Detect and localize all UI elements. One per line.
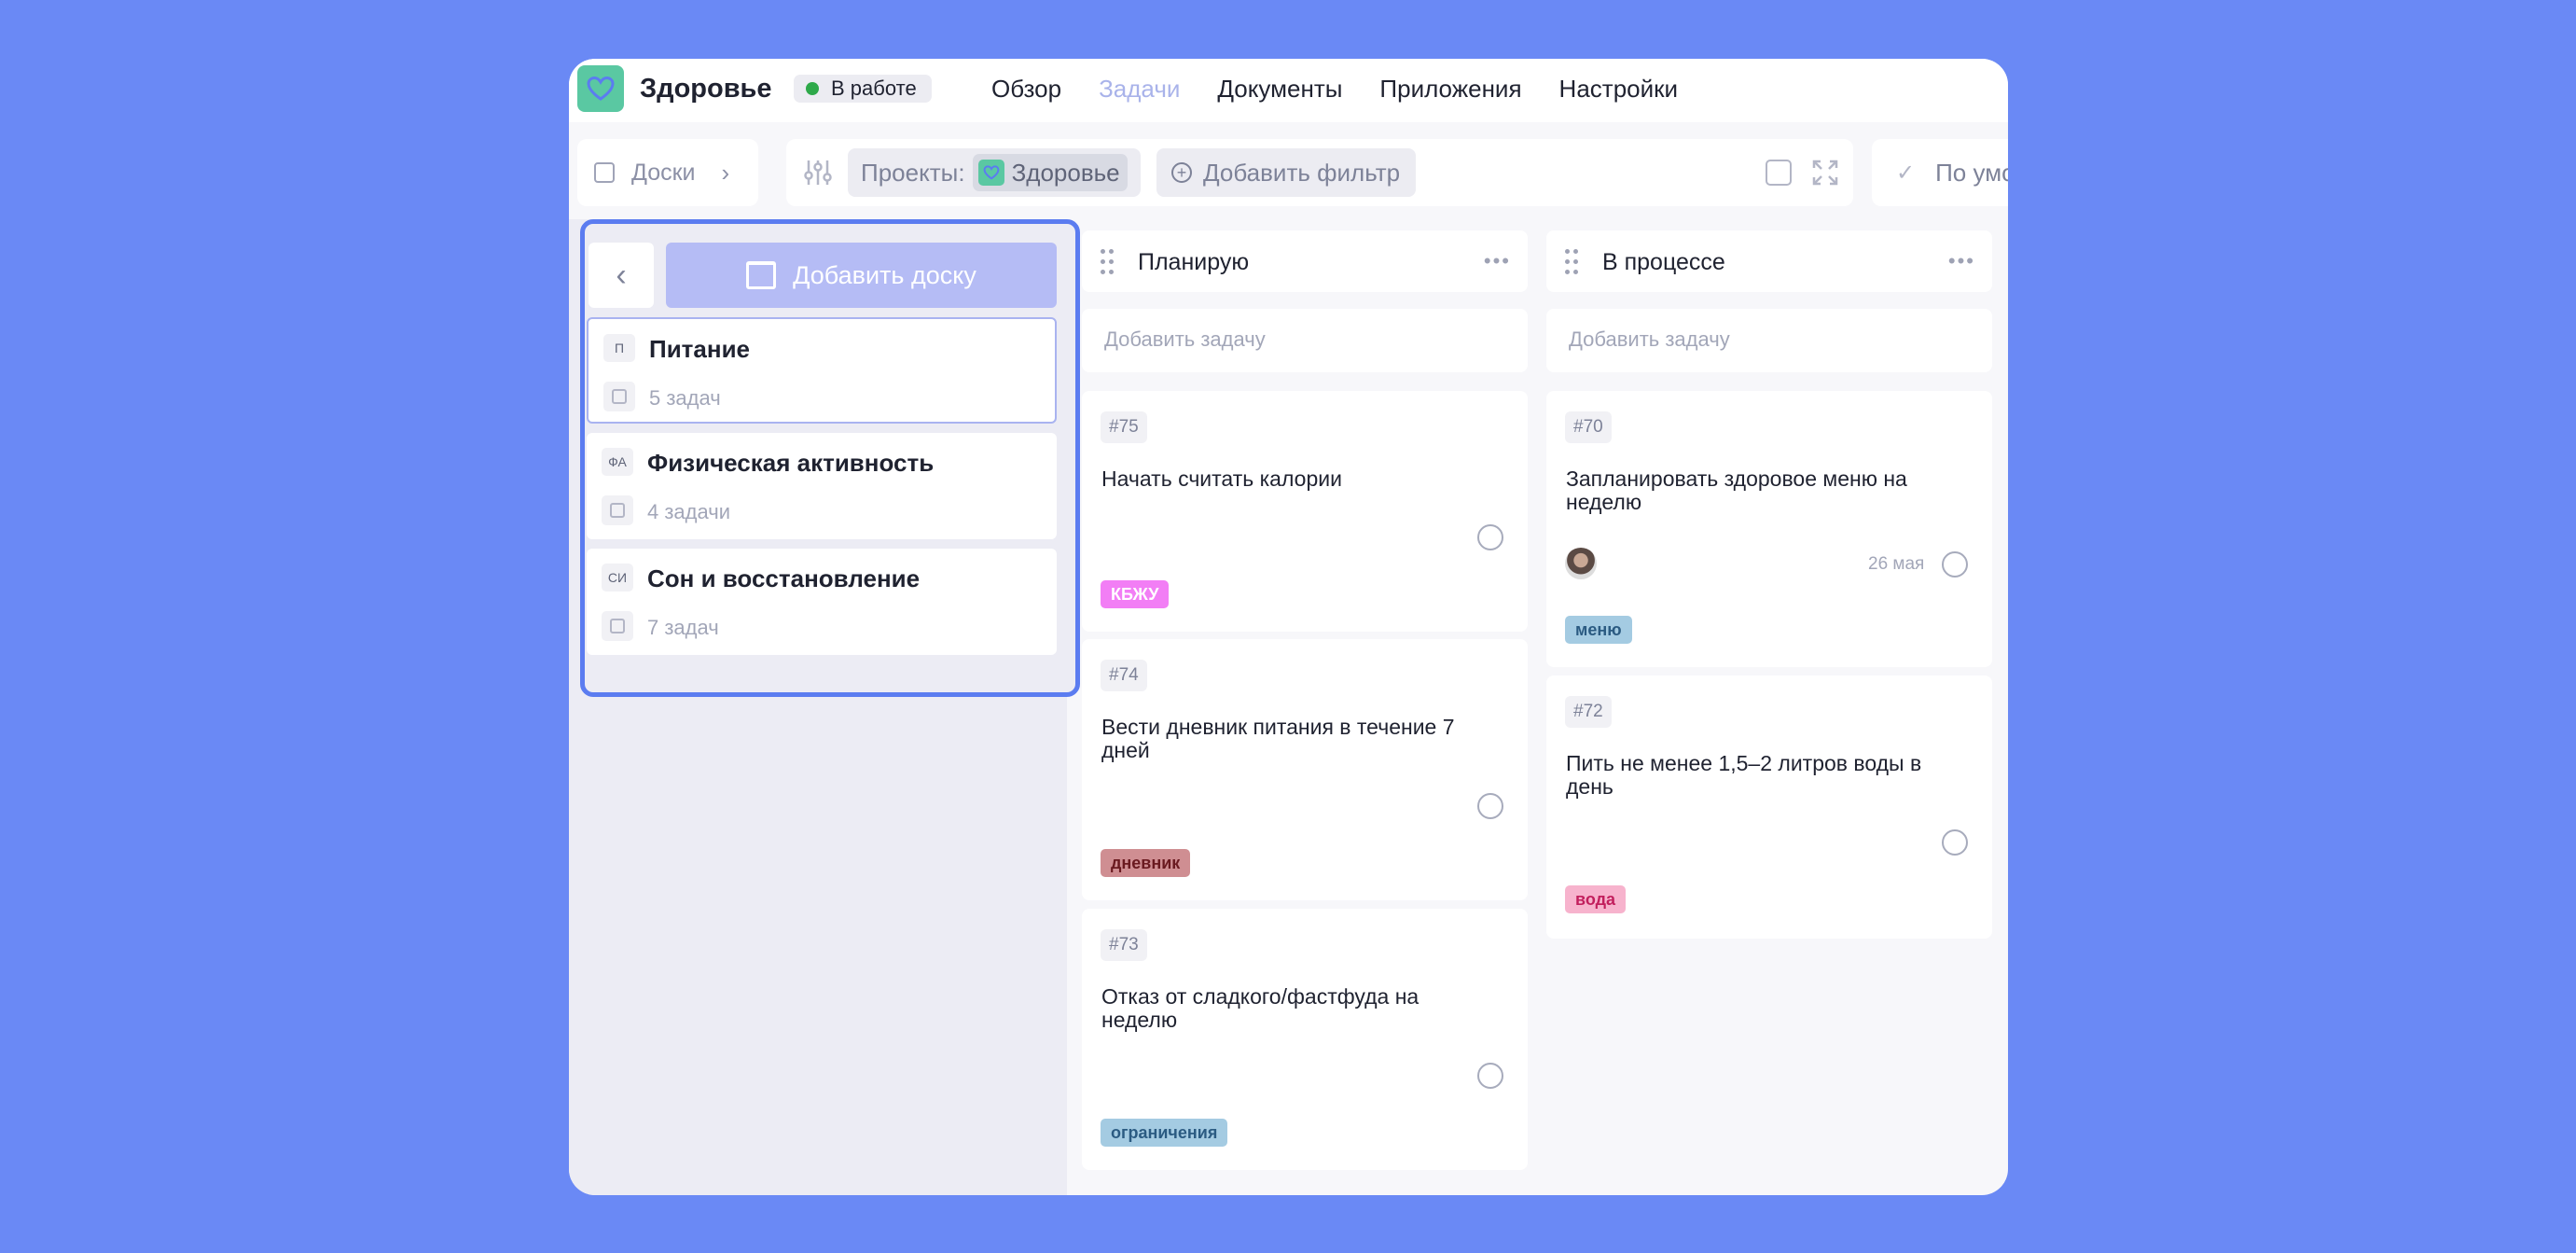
status-dot-icon xyxy=(806,82,819,95)
drag-handle-icon[interactable] xyxy=(1565,249,1578,275)
complete-checkbox[interactable] xyxy=(1477,1063,1503,1089)
filter-bar: Проекты: Здоровье + Добавить фильтр xyxy=(786,139,1853,206)
project-filter-chip[interactable]: Проекты: Здоровье xyxy=(848,148,1141,197)
task-number: #75 xyxy=(1101,411,1147,443)
plus-circle-icon: + xyxy=(1171,162,1192,183)
task-card[interactable]: #74 Вести дневник питания в течение 7 дн… xyxy=(1082,639,1528,900)
task-card[interactable]: #75 Начать считать калории КБЖУ xyxy=(1082,391,1528,632)
more-options-icon[interactable]: ••• xyxy=(1484,249,1511,273)
task-card[interactable]: #72 Пить не менее 1,5–2 литров воды в де… xyxy=(1546,675,1992,939)
board-task-count: 7 задач xyxy=(647,616,719,639)
boards-toggle-button[interactable]: Доски › xyxy=(577,139,758,206)
tasks-count-icon xyxy=(603,382,635,411)
board-badge: СИ xyxy=(602,564,633,592)
tasks-count-icon xyxy=(602,495,633,525)
status-label: В работе xyxy=(831,77,917,100)
chevron-left-icon: ‹ xyxy=(616,257,627,293)
board-task-count: 4 задачи xyxy=(647,500,731,523)
board-name: Питание xyxy=(649,335,751,363)
board-name: Физическая активность xyxy=(647,449,935,477)
projects-label: Проекты: xyxy=(861,158,965,187)
assignee-avatar[interactable] xyxy=(1565,548,1597,579)
filter-sliders-icon[interactable] xyxy=(803,159,833,187)
add-filter-button[interactable]: + Добавить фильтр xyxy=(1156,148,1416,197)
task-card[interactable]: #70 Запланировать здоровое меню на недел… xyxy=(1546,391,1992,667)
task-number: #74 xyxy=(1101,660,1147,691)
board-task-count: 5 задач xyxy=(649,386,721,410)
board-item-sleep[interactable]: СИ Сон и восстановление 7 задач xyxy=(587,549,1057,655)
boards-panel: ‹ Добавить доску П Питание 5 задач ФА Фи… xyxy=(580,219,1080,697)
nav-tasks[interactable]: Задачи xyxy=(1099,75,1180,104)
drag-handle-icon[interactable] xyxy=(1101,249,1114,275)
add-board-button[interactable]: Добавить доску xyxy=(666,243,1057,308)
due-date: 26 мая xyxy=(1868,554,1925,574)
nav-documents[interactable]: Документы xyxy=(1217,75,1342,104)
task-title: Пить не менее 1,5–2 литров воды в день xyxy=(1566,751,1922,799)
project-tag-label: Здоровье xyxy=(1011,158,1120,187)
task-label: КБЖУ xyxy=(1101,580,1170,608)
board-badge: ФА xyxy=(602,448,633,476)
column-header-planning[interactable]: Планирую ••• xyxy=(1082,230,1528,292)
save-icon[interactable] xyxy=(1766,160,1792,186)
sort-dropdown[interactable]: ✓ По умолчанию xyxy=(1872,139,2008,206)
task-label: вода xyxy=(1565,885,1627,913)
column-title: В процессе xyxy=(1602,249,1725,275)
column-title: Планирую xyxy=(1138,249,1250,275)
nav-apps[interactable]: Приложения xyxy=(1379,75,1521,104)
board-icon xyxy=(594,162,615,183)
task-label: меню xyxy=(1565,616,1632,644)
complete-checkbox[interactable] xyxy=(1477,793,1503,819)
add-task-input[interactable]: Добавить задачу xyxy=(1546,309,1992,372)
collapse-button[interactable]: ‹ xyxy=(589,243,654,308)
complete-checkbox[interactable] xyxy=(1942,829,1968,856)
column-header-in-progress[interactable]: В процессе ••• xyxy=(1546,230,1992,292)
board-badge: П xyxy=(603,334,635,362)
task-number: #73 xyxy=(1101,929,1147,961)
status-badge[interactable]: В работе xyxy=(794,75,932,103)
page-title: Здоровье xyxy=(640,74,772,104)
heart-icon xyxy=(977,160,1004,186)
task-title: Запланировать здоровое меню на неделю xyxy=(1566,466,1907,514)
task-card[interactable]: #73 Отказ от сладкого/фастфуда на неделю… xyxy=(1082,909,1528,1170)
board-item-nutrition[interactable]: П Питание 5 задач xyxy=(587,317,1057,424)
task-title: Отказ от сладкого/фастфуда на неделю xyxy=(1101,984,1420,1032)
project-logo-heart-icon[interactable] xyxy=(577,65,624,112)
sort-label: По умолчанию xyxy=(1935,158,2008,187)
chevron-right-icon: › xyxy=(721,158,730,187)
task-label: дневник xyxy=(1101,849,1191,877)
project-tag[interactable]: Здоровье xyxy=(972,154,1128,191)
complete-checkbox[interactable] xyxy=(1942,551,1968,578)
nav-overview[interactable]: Обзор xyxy=(991,75,1061,104)
task-number: #70 xyxy=(1565,411,1612,443)
board-name: Сон и восстановление xyxy=(647,564,921,592)
add-task-input[interactable]: Добавить задачу xyxy=(1082,309,1528,372)
task-title: Вести дневник питания в течение 7 дней xyxy=(1101,715,1455,762)
task-number: #72 xyxy=(1565,696,1612,728)
add-filter-label: Добавить фильтр xyxy=(1203,158,1401,187)
check-icon: ✓ xyxy=(1896,160,1916,186)
add-board-icon xyxy=(746,261,777,289)
add-board-label: Добавить доску xyxy=(793,260,976,289)
tasks-count-icon xyxy=(602,611,633,641)
complete-checkbox[interactable] xyxy=(1477,524,1503,550)
boards-label: Доски xyxy=(631,159,696,186)
app-window: Здоровье В работе Обзор Задачи Документы… xyxy=(569,59,2008,1195)
nav-settings[interactable]: Настройки xyxy=(1559,75,1679,104)
expand-icon[interactable] xyxy=(1812,160,1838,186)
top-bar: Здоровье В работе Обзор Задачи Документы… xyxy=(569,59,2008,122)
task-label: ограничения xyxy=(1101,1119,1228,1147)
main-nav: Обзор Задачи Документы Приложения Настро… xyxy=(991,75,1715,104)
board-item-activity[interactable]: ФА Физическая активность 4 задачи xyxy=(587,433,1057,539)
task-title: Начать считать калории xyxy=(1101,466,1342,491)
more-options-icon[interactable]: ••• xyxy=(1948,249,1975,273)
